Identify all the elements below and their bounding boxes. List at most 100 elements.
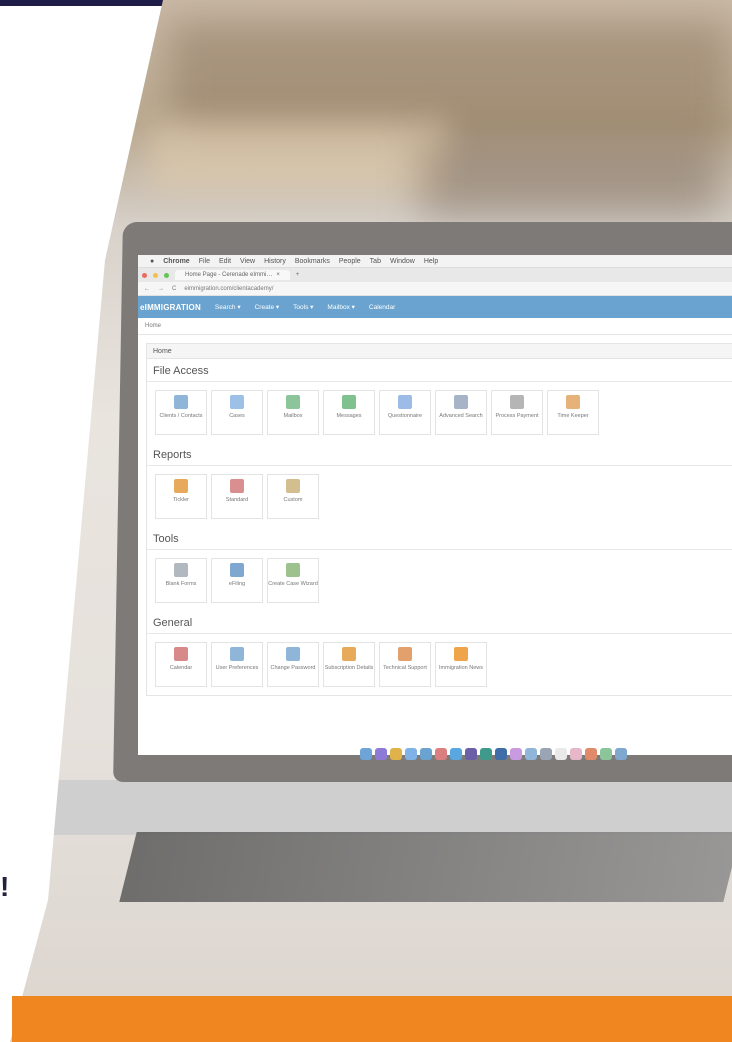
tile-tickler[interactable]: Tickler	[155, 474, 207, 519]
apple-icon[interactable]: ●	[150, 258, 154, 265]
brand-logo[interactable]: eIMMIGRATION	[140, 303, 201, 312]
app-icon[interactable]	[615, 748, 627, 760]
menu-item[interactable]: History	[264, 258, 286, 265]
preferences-icon	[230, 647, 244, 661]
menu-item[interactable]: File	[199, 258, 210, 265]
app-navbar: eIMMIGRATION Search ▾ Create ▾ Tools ▾ M…	[138, 296, 732, 318]
clock-icon	[566, 395, 580, 409]
back-icon[interactable]: ←	[144, 286, 150, 292]
payment-icon	[510, 395, 524, 409]
new-tab-icon[interactable]: +	[296, 272, 300, 278]
tile-row: Calendar User Preferences Change Passwor…	[147, 634, 732, 695]
tile-time-keeper[interactable]: Time Keeper	[547, 390, 599, 435]
nav-mailbox[interactable]: Mailbox ▾	[327, 303, 354, 311]
skype-icon[interactable]	[450, 748, 462, 760]
tile-cases[interactable]: Cases	[211, 390, 263, 435]
app-icon[interactable]	[405, 748, 417, 760]
tile-custom[interactable]: Custom	[267, 474, 319, 519]
laptop-base	[47, 780, 732, 835]
tile-process-payment[interactable]: Process Payment	[491, 390, 543, 435]
url-text[interactable]: eimmigration.com/clientacademy/	[184, 286, 273, 292]
background-blur	[420, 140, 720, 220]
laptop-screen: ● Chrome File Edit View History Bookmark…	[138, 255, 732, 755]
tile-change-password[interactable]: Change Password	[267, 642, 319, 687]
menu-item[interactable]: Help	[424, 258, 438, 265]
questionnaire-icon	[398, 395, 412, 409]
menu-item[interactable]: View	[240, 258, 255, 265]
menu-item[interactable]: Chrome	[163, 258, 189, 265]
tile-blank-forms[interactable]: Blank Forms	[155, 558, 207, 603]
siri-icon[interactable]	[375, 748, 387, 760]
section-title: Reports	[147, 443, 732, 466]
subscription-icon	[342, 647, 356, 661]
menu-item[interactable]: Edit	[219, 258, 231, 265]
app-icon[interactable]	[510, 748, 522, 760]
photos-icon[interactable]	[570, 748, 582, 760]
tile-row: Clients / Contacts Cases Mailbox Message…	[147, 382, 732, 443]
tile-row: Blank Forms eFiling Create Case Wizard	[147, 550, 732, 611]
password-icon	[286, 647, 300, 661]
app-icon[interactable]	[525, 748, 537, 760]
premiere-icon[interactable]	[465, 748, 477, 760]
tile-advanced-search[interactable]: Advanced Search	[435, 390, 487, 435]
app-icon[interactable]	[585, 748, 597, 760]
browser-tab[interactable]: Home Page - Cerenade eImmi… ×	[175, 270, 290, 280]
clients-icon	[174, 395, 188, 409]
menu-item[interactable]: Tab	[370, 258, 381, 265]
orange-footer-band	[12, 996, 732, 1042]
panel-title: Home	[147, 344, 732, 359]
messages-icon	[342, 395, 356, 409]
reload-icon[interactable]: C	[172, 286, 176, 292]
menu-item[interactable]: People	[339, 258, 361, 265]
tile-immigration-news[interactable]: Immigration News	[435, 642, 487, 687]
maximize-window-icon[interactable]	[164, 272, 169, 278]
tile-user-preferences[interactable]: User Preferences	[211, 642, 263, 687]
app-icon[interactable]	[420, 748, 432, 760]
tab-title: Home Page - Cerenade eImmi…	[185, 272, 273, 278]
app-icon[interactable]	[600, 748, 612, 760]
efiling-icon	[230, 563, 244, 577]
section-title: File Access	[147, 359, 732, 382]
tile-messages[interactable]: Messages	[323, 390, 375, 435]
calendar-icon[interactable]	[555, 748, 567, 760]
close-tab-icon[interactable]: ×	[276, 272, 280, 278]
report-icon	[230, 479, 244, 493]
tickler-icon	[174, 479, 188, 493]
mailbox-icon	[286, 395, 300, 409]
search-icon	[454, 395, 468, 409]
support-icon	[398, 647, 412, 661]
nav-create[interactable]: Create ▾	[255, 303, 280, 311]
menu-item[interactable]: Window	[390, 258, 415, 265]
tile-create-case-wizard[interactable]: Create Case Wizard	[267, 558, 319, 603]
nav-search[interactable]: Search ▾	[215, 303, 241, 311]
tile-calendar[interactable]: Calendar	[155, 642, 207, 687]
mac-menu-bar: ● Chrome File Edit View History Bookmark…	[138, 255, 732, 268]
tile-questionnaire[interactable]: Questionnaire	[379, 390, 431, 435]
section-title: General	[147, 611, 732, 634]
audition-icon[interactable]	[480, 748, 492, 760]
partial-headline-mark: !	[0, 871, 10, 902]
rss-icon	[454, 647, 468, 661]
tile-efiling[interactable]: eFiling	[211, 558, 263, 603]
app-icon[interactable]	[435, 748, 447, 760]
address-bar[interactable]: ← → C eimmigration.com/clientacademy/	[138, 282, 732, 296]
breadcrumb[interactable]: Home	[138, 318, 732, 335]
menu-item[interactable]: Bookmarks	[295, 258, 330, 265]
finder-icon[interactable]	[360, 748, 372, 760]
nav-calendar[interactable]: Calendar	[369, 304, 395, 311]
tile-row: Tickler Standard Custom	[147, 466, 732, 527]
nav-tools[interactable]: Tools ▾	[293, 303, 313, 311]
launchpad-icon[interactable]	[540, 748, 552, 760]
tile-technical-support[interactable]: Technical Support	[379, 642, 431, 687]
tile-clients[interactable]: Clients / Contacts	[155, 390, 207, 435]
close-window-icon[interactable]	[142, 272, 147, 278]
forms-icon	[174, 563, 188, 577]
tile-subscription-details[interactable]: Subscription Details	[323, 642, 375, 687]
tile-mailbox[interactable]: Mailbox	[267, 390, 319, 435]
background-blur	[150, 120, 450, 190]
minimize-window-icon[interactable]	[153, 272, 158, 278]
tile-standard[interactable]: Standard	[211, 474, 263, 519]
chrome-icon[interactable]	[390, 748, 402, 760]
forward-icon[interactable]: →	[158, 286, 164, 292]
photoshop-icon[interactable]	[495, 748, 507, 760]
